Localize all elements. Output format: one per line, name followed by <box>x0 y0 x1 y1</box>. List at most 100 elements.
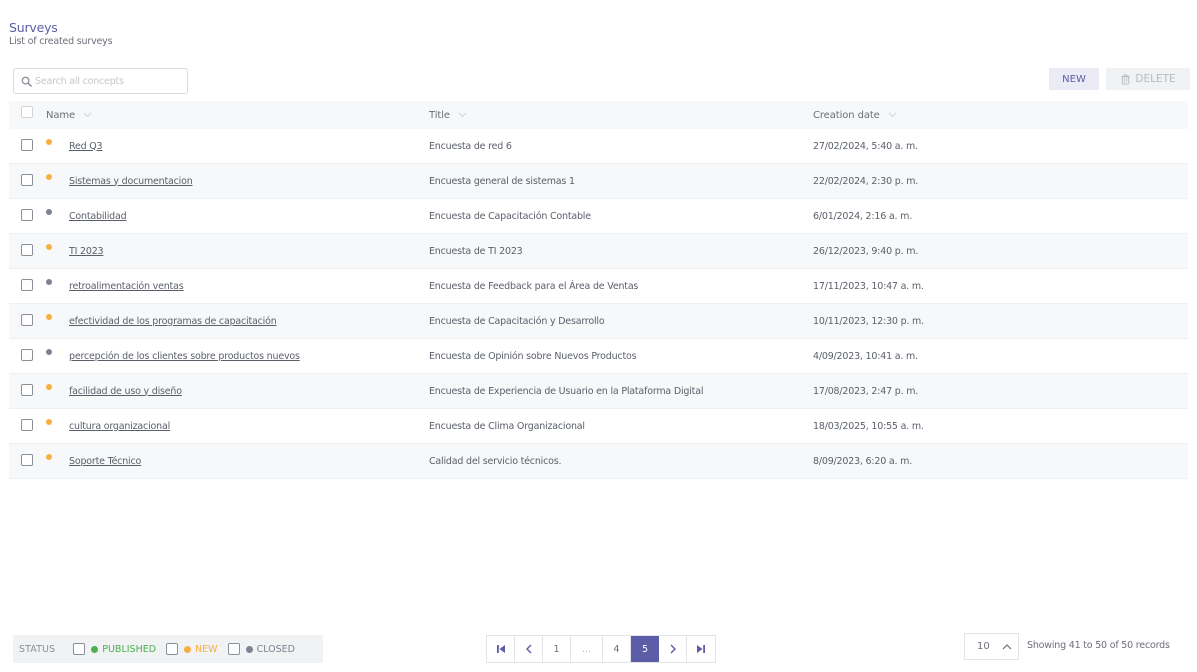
status-label: STATUS <box>19 643 56 655</box>
row-checkbox[interactable] <box>21 419 33 431</box>
survey-title: Encuesta de Feedback para el Área de Ven… <box>429 280 639 292</box>
status-dot <box>184 645 192 653</box>
survey-name-link[interactable]: retroalimentación ventas <box>69 281 184 292</box>
column-name-label: Name <box>46 109 76 121</box>
page-button[interactable]: 4 <box>603 636 631 662</box>
survey-name-link[interactable]: TI 2023 <box>69 246 104 257</box>
survey-name-link[interactable]: Contabilidad <box>69 211 127 222</box>
status-dot <box>46 419 52 425</box>
last-page-button[interactable] <box>687 636 715 662</box>
status-filter-new[interactable]: NEW <box>166 643 218 655</box>
page-ellipsis: ... <box>571 636 603 662</box>
search-icon <box>21 76 32 87</box>
table-row: Red Q3 Encuesta de red 6 27/02/2024, 5:40 … <box>9 129 1188 164</box>
search-box[interactable] <box>13 68 188 94</box>
row-checkbox[interactable] <box>21 384 33 396</box>
prev-page-button[interactable] <box>515 636 543 662</box>
survey-title: Encuesta de TI 2023 <box>429 245 523 257</box>
status-filter-label: PUBLISHED <box>102 643 157 655</box>
search-input[interactable] <box>35 75 185 87</box>
status-filter: STATUS PUBLISHED NEW CLOSED <box>13 635 323 663</box>
creation-date: 6/01/2024, 2:16 a. m. <box>813 210 913 222</box>
table-body: Red Q3 Encuesta de red 6 27/02/2024, 5:40 … <box>9 129 1188 479</box>
table-row: Soporte Técnico Calidad del servicio técn… <box>9 444 1188 479</box>
survey-title: Encuesta de Capacitación Contable <box>429 210 591 222</box>
pagination: 1... 4 5 <box>486 635 716 663</box>
status-filter-label: NEW <box>195 643 218 655</box>
first-page-button[interactable] <box>487 636 515 662</box>
column-name[interactable]: Name <box>46 110 92 121</box>
creation-date: 17/08/2023, 2:47 p. m. <box>813 385 919 397</box>
column-title-label: Title <box>429 109 450 121</box>
first-page-icon <box>496 645 505 653</box>
creation-date: 27/02/2024, 5:40 a. m. <box>813 140 918 152</box>
status-filter-published[interactable]: PUBLISHED <box>73 643 156 655</box>
records-summary: Showing 41 to 50 of 50 records <box>1027 640 1170 651</box>
surveys-table: Name Title Creation date Red Q3 Encuesta … <box>9 101 1188 479</box>
survey-name-link[interactable]: Sistemas y documentacion <box>69 176 193 187</box>
survey-name-link[interactable]: cultura organizacional <box>69 421 170 432</box>
select-all-checkbox[interactable] <box>21 106 33 118</box>
row-checkbox[interactable] <box>21 314 33 326</box>
status-dot <box>46 139 52 145</box>
chevron-down-icon <box>888 112 897 118</box>
status-filter-label: CLOSED <box>256 643 295 655</box>
page-size-select[interactable]: 10 <box>964 633 1019 660</box>
status-checkbox[interactable] <box>73 643 86 655</box>
status-filter-closed[interactable]: CLOSED <box>227 643 295 655</box>
row-checkbox[interactable] <box>21 454 33 466</box>
row-checkbox[interactable] <box>21 139 33 151</box>
survey-name-link[interactable]: percepción de los clientes sobre product… <box>69 351 300 362</box>
page-button[interactable]: 5 <box>631 636 659 662</box>
creation-date: 10/11/2023, 12:30 p. m. <box>813 315 924 327</box>
survey-title: Encuesta de Clima Organizacional <box>429 420 585 432</box>
page-size-value: 10 <box>977 641 990 652</box>
status-filter-items: PUBLISHED NEW CLOSED <box>73 643 305 655</box>
survey-name-link[interactable]: efectividad de los programas de capacita… <box>69 316 277 327</box>
creation-date: 22/02/2024, 2:30 p. m. <box>813 175 919 187</box>
row-checkbox[interactable] <box>21 349 33 361</box>
table-row: facilidad de uso y diseño Encuesta de Exp… <box>9 374 1188 409</box>
status-checkbox[interactable] <box>166 643 179 655</box>
chevron-right-icon <box>670 644 676 654</box>
row-checkbox[interactable] <box>21 279 33 291</box>
column-date[interactable]: Creation date <box>813 110 897 121</box>
next-page-button[interactable] <box>659 636 687 662</box>
status-dot <box>46 454 52 460</box>
trash-icon <box>1121 74 1130 85</box>
chevron-down-icon <box>458 112 467 118</box>
creation-date: 17/11/2023, 10:47 a. m. <box>813 280 924 292</box>
creation-date: 18/03/2025, 10:55 a. m. <box>813 420 924 432</box>
status-checkbox[interactable] <box>227 643 240 655</box>
row-checkbox[interactable] <box>21 244 33 256</box>
page-button[interactable]: 1 <box>543 636 571 662</box>
column-title[interactable]: Title <box>429 110 467 121</box>
survey-name-link[interactable]: Soporte Técnico <box>69 456 141 467</box>
table-row: TI 2023 Encuesta de TI 2023 26/12/2023, 9:… <box>9 234 1188 269</box>
table-row: percepción de los clientes sobre product… <box>9 339 1188 374</box>
delete-button[interactable]: DELETE <box>1106 68 1190 90</box>
status-dot <box>46 279 52 285</box>
survey-name-link[interactable]: Red Q3 <box>69 141 103 152</box>
survey-title: Encuesta de Experiencia de Usuario en la… <box>429 385 704 397</box>
survey-name-link[interactable]: facilidad de uso y diseño <box>69 386 182 397</box>
status-dot <box>245 645 253 653</box>
column-date-label: Creation date <box>813 109 880 121</box>
page-title: Surveys <box>9 20 58 35</box>
row-checkbox[interactable] <box>21 209 33 221</box>
survey-title: Encuesta de Capacitación y Desarrollo <box>429 315 605 327</box>
table-header: Name Title Creation date <box>9 101 1188 129</box>
new-button[interactable]: NEW <box>1049 68 1099 90</box>
page-numbers: 1... 4 5 <box>543 636 659 662</box>
creation-date: 4/09/2023, 10:41 a. m. <box>813 350 918 362</box>
table-row: retroalimentación ventas Encuesta de Feed… <box>9 269 1188 304</box>
row-checkbox[interactable] <box>21 174 33 186</box>
survey-title: Encuesta de Opinión sobre Nuevos Product… <box>429 350 637 362</box>
delete-label: DELETE <box>1135 73 1176 85</box>
table-row: cultura organizacional Encuesta de Clima … <box>9 409 1188 444</box>
survey-title: Calidad del servicio técnicos. <box>429 455 562 467</box>
status-dot <box>46 209 52 215</box>
creation-date: 8/09/2023, 6:20 a. m. <box>813 455 913 467</box>
table-row: Sistemas y documentacion Encuesta general… <box>9 164 1188 199</box>
chevron-up-icon <box>1002 644 1012 650</box>
